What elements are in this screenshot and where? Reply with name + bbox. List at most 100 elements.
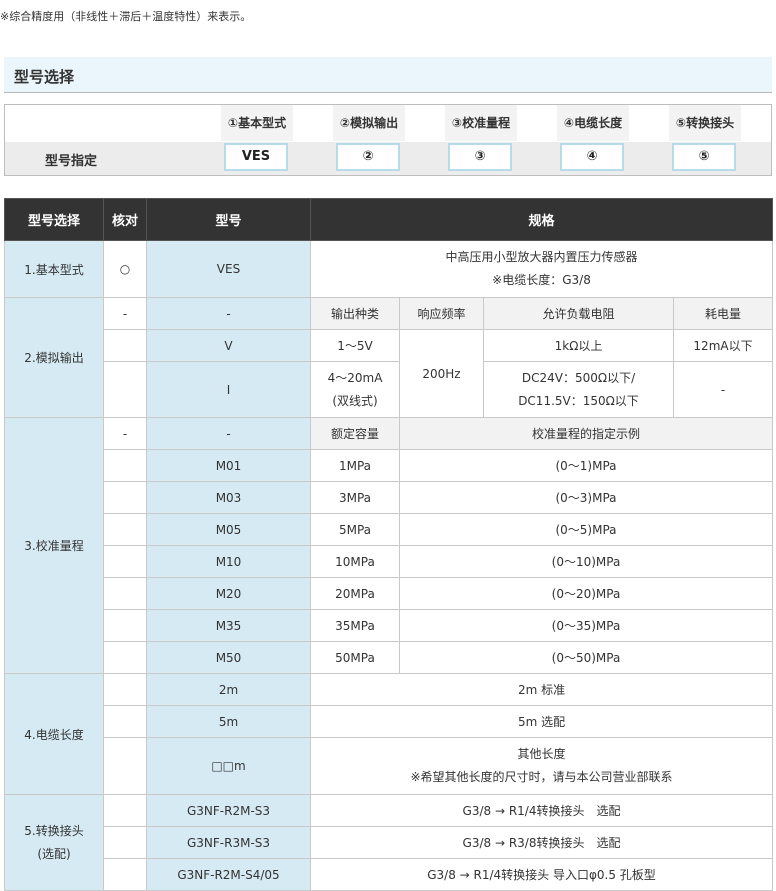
range-example: (0～35)MPa xyxy=(398,609,774,642)
spec-cell: 5m 选配 xyxy=(309,705,774,738)
model-code: G3NF-R2M-S3 xyxy=(146,794,311,827)
spec-input-analog[interactable]: ② xyxy=(336,143,400,171)
model-code: VES xyxy=(146,240,311,298)
section-header: 型号选择 xyxy=(4,57,772,93)
model-code: I xyxy=(146,361,311,418)
model-spec-box: 型号指定 ①基本型式 VES ②模拟输出 ② ③校准量程 ③ ④电缆长度 ④ ⑤… xyxy=(4,104,772,176)
spec-col-cable: ④电缆长度 ④ xyxy=(557,105,629,171)
check-cell[interactable] xyxy=(103,513,147,546)
spec-line: 其他长度 xyxy=(517,747,566,761)
check-cell: - xyxy=(103,297,147,330)
spec-line: ※电缆长度：G3/8 xyxy=(492,273,591,287)
check-cell[interactable] xyxy=(103,577,147,610)
check-cell[interactable] xyxy=(103,641,147,674)
spec-input-basic[interactable]: VES xyxy=(224,143,288,171)
check-cell[interactable] xyxy=(103,449,147,482)
check-cell[interactable] xyxy=(103,737,147,795)
check-cell: - xyxy=(103,417,147,450)
model-code: M20 xyxy=(146,577,311,610)
check-cell[interactable] xyxy=(103,794,147,827)
accuracy-note: ※综合精度用（非线性＋滞后＋温度特性）来表示。 xyxy=(0,10,252,23)
category-basic: 1.基本型式 xyxy=(4,240,104,298)
table-row: V 1～5V 200Hz 1kΩ以上 12mA以下 xyxy=(5,329,774,418)
model-code: M01 xyxy=(146,449,311,482)
range-example: (0～5)MPa xyxy=(398,513,774,546)
table-row: M01 1MPa (0～1)MPa xyxy=(5,449,774,482)
table-row: 5.转换接头 (选配) G3NF-R2M-S3 G3/8 → R1/4转换接头 … xyxy=(4,794,774,891)
spec-input-range[interactable]: ③ xyxy=(448,143,512,171)
check-cell[interactable] xyxy=(103,673,147,706)
col-header-spec: 规格 xyxy=(309,198,774,241)
spec-cell: G3/8 → R1/4转换接头 导入口φ0.5 孔板型 xyxy=(309,858,774,891)
check-cell[interactable] xyxy=(103,858,147,891)
table-row: M50 50MPa (0～50)MPa xyxy=(5,641,774,674)
load-line: DC11.5V：150Ω以下 xyxy=(518,393,639,408)
table-row: □□m 其他长度 ※希望其他长度的尺寸时，请与本公司营业部联系 xyxy=(5,737,774,795)
spec-cell: 其他长度 ※希望其他长度的尺寸时，请与本公司营业部联系 xyxy=(309,737,774,795)
model-code: V xyxy=(146,329,311,362)
range-example: (0～20)MPa xyxy=(398,577,774,610)
spec-col-header: ③校准量程 xyxy=(445,105,517,141)
power-consumption: - xyxy=(672,361,774,418)
col-header-check: 核对 xyxy=(103,198,147,241)
col-header-selection: 型号选择 xyxy=(4,198,104,241)
spec-cell: 中高压用小型放大器内置压力传感器 ※电缆长度：G3/8 xyxy=(309,240,774,298)
output-type: 4～20mA (双线式) xyxy=(310,361,400,418)
sub-header: 响应频率 xyxy=(399,297,484,330)
table-row: M20 20MPa (0～20)MPa xyxy=(5,577,774,610)
sub-header: 耗电量 xyxy=(672,297,774,330)
sub-header: 允许负载电阻 xyxy=(483,297,674,330)
spec-col-header: ⑤转换接头 xyxy=(669,105,741,141)
model-spec-label: 型号指定 xyxy=(45,154,98,169)
model-code: 5m xyxy=(146,705,311,738)
category-cable: 4.电缆长度 xyxy=(4,673,104,795)
table-row: M05 5MPa (0～5)MPa xyxy=(5,513,774,546)
model-code: - xyxy=(146,417,311,450)
sub-header: 校准量程的指定示例 xyxy=(398,417,774,450)
table-row: M10 10MPa (0～10)MPa xyxy=(5,545,774,578)
table-row: G3NF-R2M-S4/05 G3/8 → R1/4转换接头 导入口φ0.5 孔… xyxy=(5,858,774,891)
model-code: M10 xyxy=(146,545,311,578)
check-cell[interactable] xyxy=(103,481,147,514)
check-cell[interactable] xyxy=(103,329,147,362)
table-header-row: 型号选择 核对 型号 规格 xyxy=(4,198,774,241)
table-row: 3.校准量程 - - 额定容量 校准量程的指定示例 xyxy=(4,417,774,674)
check-cell[interactable] xyxy=(103,545,147,578)
check-cell[interactable] xyxy=(103,361,147,418)
table-row: G3NF-R3M-S3 G3/8 → R3/8转换接头 选配 xyxy=(5,826,774,859)
rated-capacity: 20MPa xyxy=(310,577,400,610)
rated-capacity: 3MPa xyxy=(310,481,400,514)
col-header-model: 型号 xyxy=(146,198,311,241)
check-cell[interactable] xyxy=(103,705,147,738)
spec-col-header: ②模拟输出 xyxy=(333,105,405,141)
table-row: 1.基本型式 ○ VES 中高压用小型放大器内置压力传感器 ※电缆长度：G3/8 xyxy=(4,240,774,298)
rated-capacity: 1MPa xyxy=(310,449,400,482)
spec-input-cable[interactable]: ④ xyxy=(560,143,624,171)
category-line: 5.转换接头 xyxy=(24,823,84,838)
check-cell[interactable] xyxy=(103,826,147,859)
spec-col-range: ③校准量程 ③ xyxy=(445,105,517,171)
spec-col-header: ①基本型式 xyxy=(221,105,293,141)
check-cell[interactable] xyxy=(103,609,147,642)
spec-line: ※希望其他长度的尺寸时，请与本公司营业部联系 xyxy=(410,770,673,784)
output-type-line: 4～20mA xyxy=(327,370,383,385)
power-consumption: 12mA以下 xyxy=(672,329,774,362)
model-code: □□m xyxy=(146,737,311,795)
output-type: 1～5V xyxy=(310,329,400,362)
range-example: (0～1)MPa xyxy=(398,449,774,482)
sub-header: 输出种类 xyxy=(310,297,400,330)
table-row: 2.模拟输出 - - 输出种类 响应频率 允许负载电阻 耗电量 xyxy=(4,297,774,418)
table-row: M35 35MPa (0～35)MPa xyxy=(5,609,774,642)
load-line: DC24V：500Ω以下/ xyxy=(521,370,636,385)
model-code: - xyxy=(146,297,311,330)
rated-capacity: 50MPa xyxy=(310,641,400,674)
check-mark[interactable]: ○ xyxy=(103,240,147,298)
spec-col-analog: ②模拟输出 ② xyxy=(333,105,405,171)
table-row: M03 3MPa (0～3)MPa xyxy=(5,481,774,514)
spec-input-adapter[interactable]: ⑤ xyxy=(672,143,736,171)
response-frequency: 200Hz xyxy=(399,329,484,418)
range-example: (0～50)MPa xyxy=(398,641,774,674)
sub-header: 额定容量 xyxy=(310,417,400,450)
model-code: M35 xyxy=(146,609,311,642)
spec-cell: 2m 标准 xyxy=(309,673,774,706)
